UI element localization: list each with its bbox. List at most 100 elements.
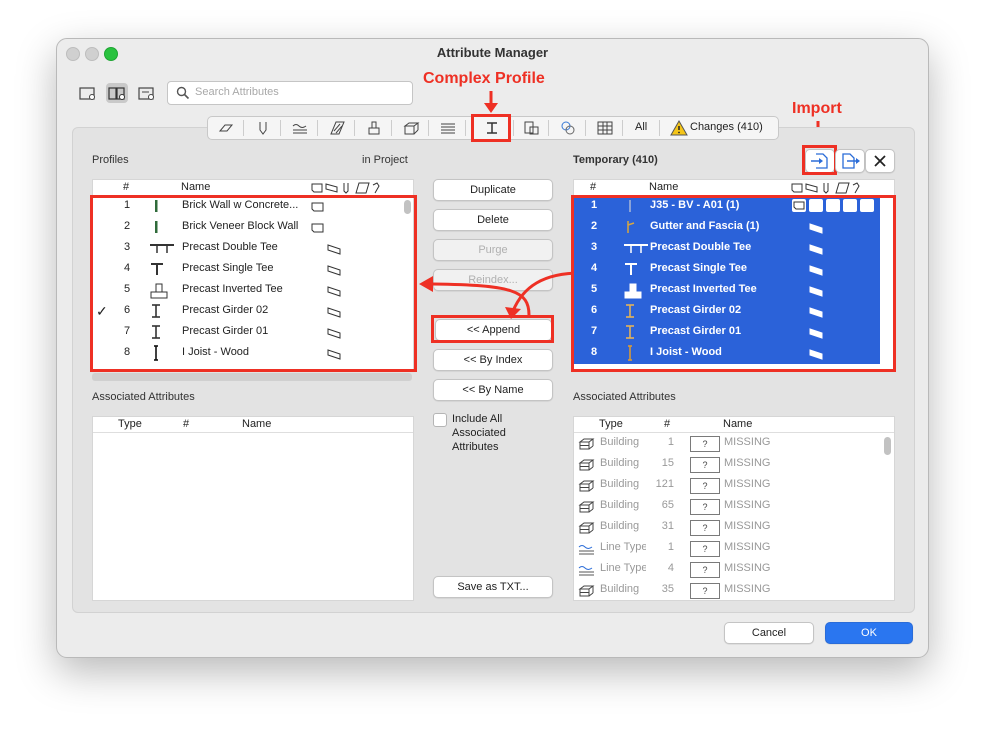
window-title: Attribute Manager <box>436 45 549 60</box>
title-bar: Attribute Manager <box>57 39 928 67</box>
left-horizontal-scrollbar[interactable] <box>92 373 412 381</box>
assoc-name: MISSING <box>724 562 771 574</box>
building-material-icon <box>578 480 595 492</box>
assoc-name: MISSING <box>724 478 771 490</box>
right-assoc-list[interactable]: Type # Name Building 1? MISSING Building 15?… <box>573 416 895 601</box>
assoc-name: MISSING <box>724 520 771 532</box>
assoc-missing-box: ? <box>690 583 720 599</box>
purge-button[interactable]: Purge <box>433 239 553 261</box>
assoc-number: 15 <box>661 457 674 469</box>
assoc-missing-box: ? <box>690 541 720 557</box>
building-material-icon <box>578 501 595 513</box>
complex-profile-arrow <box>484 91 498 113</box>
assoc-missing-box: ? <box>690 457 720 473</box>
include-all-label: Include All Associated Attributes <box>452 413 506 453</box>
building-material-icon <box>578 438 595 450</box>
building-material-icon <box>578 521 596 535</box>
markup-style-icon[interactable] <box>596 119 614 137</box>
view-detail-icon[interactable] <box>136 83 158 103</box>
left-assoc-header: Type # Name <box>93 417 413 433</box>
view-split-icon[interactable] <box>106 83 128 103</box>
right-assoc-title: Associated Attributes <box>573 391 676 403</box>
delete-button[interactable]: Delete <box>433 209 553 231</box>
left-list-header: # Name <box>93 180 413 196</box>
duplicate-button[interactable]: Duplicate <box>433 179 553 201</box>
fill-icon[interactable] <box>328 119 346 137</box>
layers-icon[interactable] <box>217 119 235 137</box>
cancel-button[interactable]: Cancel <box>724 622 814 644</box>
attribute-manager-window: Attribute Manager Search Attributes Comp… <box>56 38 929 658</box>
line-type-icon <box>578 566 594 576</box>
assoc-missing-box: ? <box>690 562 720 578</box>
export-button[interactable] <box>835 149 865 173</box>
surface-icon[interactable] <box>439 119 457 137</box>
ok-button[interactable]: OK <box>825 622 913 644</box>
assoc-type: Building <box>600 436 640 448</box>
assoc-type: Line Type <box>600 562 646 574</box>
view-single-icon[interactable] <box>77 83 99 103</box>
right-list-header: # Name <box>574 180 894 196</box>
composite-icon[interactable] <box>365 119 383 137</box>
assoc-name: MISSING <box>724 457 771 469</box>
line-type-icon[interactable] <box>291 119 309 137</box>
right-rows-highlight <box>571 195 896 372</box>
building-material-icon <box>578 500 596 514</box>
building-material-icon <box>578 458 596 472</box>
assoc-number: 31 <box>661 520 674 532</box>
left-assoc-list: Type # Name <box>92 416 414 601</box>
assoc-name: MISSING <box>724 499 771 511</box>
assoc-missing-box: ? <box>690 436 720 452</box>
line-type-icon <box>578 542 596 556</box>
assoc-type: Building <box>600 457 640 469</box>
left-panel-subtitle: in Project <box>362 154 408 166</box>
building-material-icon[interactable] <box>402 119 420 137</box>
right-assoc-scrollbar[interactable] <box>884 437 891 455</box>
right-panel-title: Temporary (410) <box>573 154 658 166</box>
import-annotation: Import <box>792 100 842 117</box>
by-name-button[interactable]: << By Name <box>433 379 553 401</box>
pen-icon[interactable] <box>254 119 272 137</box>
building-material-icon <box>578 459 595 471</box>
changes-button[interactable]: Changes (410) <box>690 121 763 133</box>
assoc-row[interactable]: Building 1? MISSING <box>574 433 894 454</box>
assoc-name: MISSING <box>724 436 771 448</box>
by-index-button[interactable]: << By Index <box>433 349 553 371</box>
close-file-button[interactable] <box>865 149 895 173</box>
warning-icon <box>670 119 688 137</box>
building-material-icon <box>578 479 596 493</box>
assoc-row[interactable]: Building 121? MISSING <box>574 475 894 496</box>
assoc-type: Line Type <box>600 541 646 553</box>
assoc-row[interactable]: Building 35? MISSING <box>574 580 894 600</box>
left-panel-title: Profiles <box>92 154 129 166</box>
save-as-txt-button[interactable]: Save as TXT... <box>433 576 553 598</box>
assoc-row[interactable]: Line Type 4? MISSING <box>574 559 894 580</box>
append-highlight <box>431 315 554 343</box>
assoc-type: Building <box>600 520 640 532</box>
assoc-number: 4 <box>667 562 674 574</box>
include-all-checkbox[interactable] <box>433 413 447 427</box>
assoc-number: 1 <box>667 541 674 553</box>
building-material-icon <box>578 585 595 597</box>
mep-system-icon[interactable] <box>559 119 577 137</box>
assoc-name: MISSING <box>724 583 771 595</box>
column-flag-icons <box>311 182 380 194</box>
all-button[interactable]: All <box>635 121 647 133</box>
building-material-icon <box>578 437 596 451</box>
complex-profile-annotation: Complex Profile <box>423 70 545 87</box>
search-field[interactable]: Search Attributes <box>167 81 413 105</box>
right-column-flag-icons <box>791 182 860 194</box>
assoc-row[interactable]: Building 65? MISSING <box>574 496 894 517</box>
zone-category-icon[interactable] <box>522 119 540 137</box>
assoc-type: Building <box>600 583 640 595</box>
assoc-number: 1 <box>667 436 674 448</box>
assoc-number: 121 <box>655 478 674 490</box>
assoc-row[interactable]: Line Type 1? MISSING <box>574 538 894 559</box>
assoc-type: Building <box>600 499 640 511</box>
append-flow-arrows <box>419 271 582 319</box>
left-assoc-title: Associated Attributes <box>92 391 195 403</box>
complex-profile-highlight <box>471 114 511 142</box>
assoc-row[interactable]: Building 31? MISSING <box>574 517 894 538</box>
assoc-missing-box: ? <box>690 478 720 494</box>
assoc-row[interactable]: Building 15? MISSING <box>574 454 894 475</box>
right-assoc-header: Type # Name <box>574 417 894 433</box>
